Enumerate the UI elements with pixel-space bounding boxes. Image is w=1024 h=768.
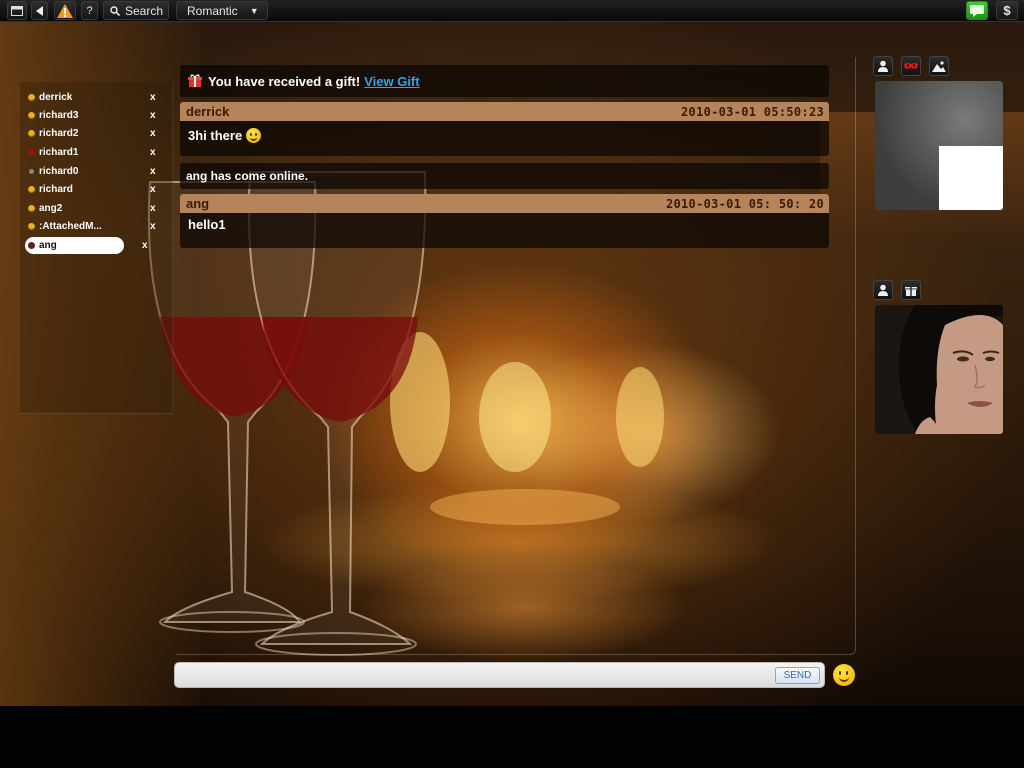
chevron-down-icon: ▼ xyxy=(249,5,259,16)
message-header: derrick 2010-03-01 05:50:23 xyxy=(180,102,829,121)
selected-contact-pill[interactable]: ang xyxy=(25,237,124,254)
search-label: Search xyxy=(125,3,164,18)
back-button[interactable] xyxy=(31,1,48,20)
contact-item-richard3[interactable]: richard3 x xyxy=(25,107,171,124)
remove-contact-button[interactable]: x xyxy=(150,221,156,232)
message-text: 3hi there xyxy=(188,128,243,143)
theme-dropdown[interactable]: Romantic ▼ xyxy=(176,1,268,20)
remove-contact-button[interactable]: x xyxy=(150,147,156,158)
snapshot-button[interactable] xyxy=(929,56,949,76)
help-button[interactable]: ? xyxy=(81,1,98,20)
chat-message: derrick 2010-03-01 05:50:23 3hi there xyxy=(180,102,829,156)
contact-name: richard xyxy=(39,184,73,195)
remove-contact-button[interactable]: x xyxy=(150,110,156,121)
back-arrow-icon xyxy=(35,5,43,16)
window-button[interactable] xyxy=(7,1,27,20)
status-dot-icon xyxy=(28,94,35,101)
remove-contact-button[interactable]: x xyxy=(150,92,156,103)
remove-contact-button[interactable]: x xyxy=(142,240,148,251)
video-placeholder xyxy=(939,146,1003,210)
chat-log: You have received a gift! View Gift derr… xyxy=(176,57,856,655)
emoticon-picker-button[interactable] xyxy=(833,664,855,686)
user-icon xyxy=(878,60,888,72)
message-text: hello1 xyxy=(188,217,226,232)
contact-name: ang xyxy=(39,240,57,251)
contact-item-ang2[interactable]: ang2 x xyxy=(25,200,171,217)
status-dot-icon xyxy=(28,242,35,249)
remove-contact-button[interactable]: x xyxy=(150,128,156,139)
remove-contact-button[interactable]: x xyxy=(150,166,156,177)
bottom-bar xyxy=(0,706,1024,768)
search-button[interactable]: Search xyxy=(103,1,169,20)
send-button[interactable]: SEND xyxy=(775,667,820,684)
message-body: 3hi there xyxy=(188,128,262,143)
credits-button[interactable]: $ xyxy=(996,1,1018,20)
gift-notification: You have received a gift! View Gift xyxy=(180,65,829,97)
status-dot-icon xyxy=(28,223,35,230)
contact-item-richard[interactable]: richard x xyxy=(25,181,171,198)
warning-icon xyxy=(57,3,73,18)
peer-profile-button[interactable] xyxy=(873,280,893,300)
contact-name: ang2 xyxy=(39,203,63,214)
contacts-panel: derrick x richard3 x richard2 x richard1… xyxy=(20,82,173,414)
user-icon xyxy=(878,284,888,296)
message-sender: ang xyxy=(186,196,210,211)
contact-item-attachedm[interactable]: :AttachedM... x xyxy=(25,218,171,235)
chat-button[interactable] xyxy=(966,1,988,20)
contact-name: richard3 xyxy=(39,110,79,121)
chat-bubble-icon xyxy=(970,4,984,17)
message-header: ang 2010-03-01 05: 50: 20 xyxy=(180,194,829,213)
status-dot-icon xyxy=(28,149,35,156)
warning-button[interactable] xyxy=(54,1,76,20)
contact-name: derrick xyxy=(39,92,73,103)
gift-icon xyxy=(188,74,202,87)
self-video-feed xyxy=(875,81,1003,210)
picture-icon xyxy=(932,61,946,72)
smiley-icon xyxy=(833,664,855,686)
chat-message: ang 2010-03-01 05: 50: 20 hello1 xyxy=(180,194,829,248)
window-icon xyxy=(11,5,23,16)
contact-item-richard0[interactable]: richard0 x xyxy=(25,163,171,180)
top-toolbar: ? Search Romantic ▼ $ xyxy=(0,0,1024,22)
status-dot-icon xyxy=(29,169,34,174)
theme-label: Romantic xyxy=(187,3,238,18)
mask-icon xyxy=(904,63,918,69)
contact-item-richard2[interactable]: richard2 x xyxy=(25,125,171,142)
status-message: ang has come online. xyxy=(180,163,829,189)
peer-face-image xyxy=(875,305,1003,434)
contact-item-derrick[interactable]: derrick x xyxy=(25,89,171,106)
contact-name: richard1 xyxy=(39,147,79,158)
contact-item-ang[interactable]: ang x xyxy=(25,237,171,254)
status-dot-icon xyxy=(28,205,35,212)
smiley-emoticon-icon xyxy=(246,128,262,143)
contact-name: richard2 xyxy=(39,128,79,139)
message-timestamp: 2010-03-01 05:50:23 xyxy=(681,104,824,119)
status-dot-icon xyxy=(28,112,35,119)
message-composer: SEND xyxy=(174,662,825,688)
peer-video-feed xyxy=(875,305,1003,434)
status-dot-icon xyxy=(28,186,35,193)
message-input[interactable] xyxy=(181,666,771,684)
send-gift-button[interactable] xyxy=(901,280,921,300)
remove-contact-button[interactable]: x xyxy=(150,203,156,214)
message-body: hello1 xyxy=(188,217,226,232)
status-dot-icon xyxy=(28,130,35,137)
message-timestamp: 2010-03-01 05: 50: 20 xyxy=(665,196,824,211)
contact-name: :AttachedM... xyxy=(39,221,102,232)
self-profile-button[interactable] xyxy=(873,56,893,76)
contact-name: richard0 xyxy=(39,166,79,177)
gift-text: You have received a gift! xyxy=(208,73,361,89)
message-sender: derrick xyxy=(186,104,230,119)
mask-button[interactable] xyxy=(901,56,921,76)
gift-icon xyxy=(905,287,917,296)
remove-contact-button[interactable]: x xyxy=(150,184,156,195)
contact-item-richard1[interactable]: richard1 x xyxy=(25,144,171,161)
view-gift-link[interactable]: View Gift xyxy=(364,74,419,89)
search-icon xyxy=(110,5,120,16)
